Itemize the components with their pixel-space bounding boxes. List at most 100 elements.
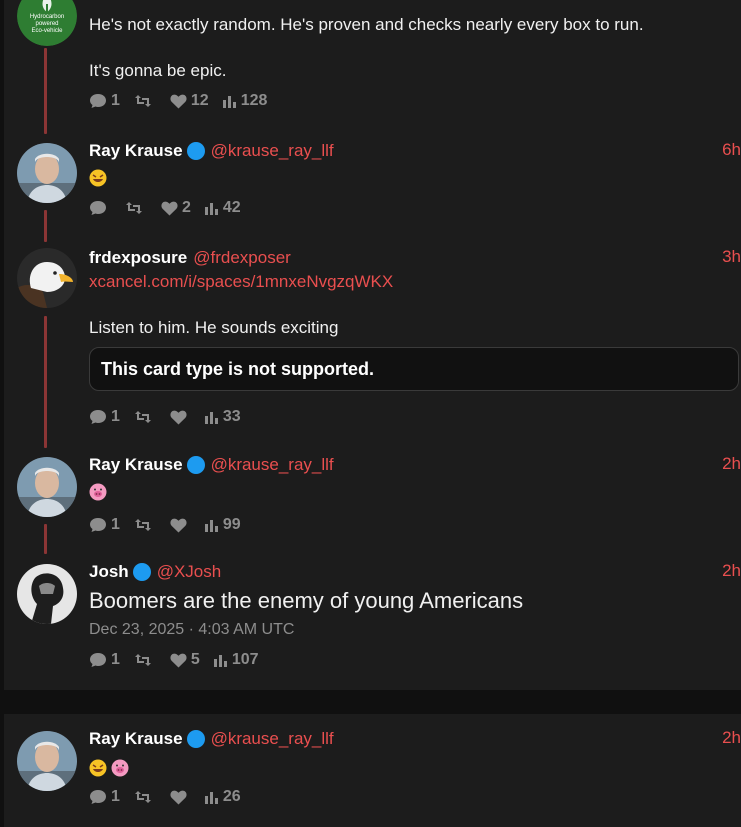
display-name[interactable]: Ray Krause xyxy=(89,141,183,161)
tweet-header: Josh @XJosh xyxy=(89,561,741,583)
username-link[interactable]: @krause_ray_llf xyxy=(211,455,334,475)
unsupported-card: This card type is not supported. xyxy=(89,347,739,391)
tweet: Ray Krause @krause_ray_llf 6h 2 42 xyxy=(89,140,741,219)
tweet-text xyxy=(89,480,741,502)
retweet-button[interactable] xyxy=(125,201,147,215)
comment-icon xyxy=(90,518,106,532)
tweet-link[interactable]: xcancel.com/i/spaces/1mnxeNvgzqWKX xyxy=(89,271,741,293)
username-link[interactable]: @frdexposer xyxy=(193,248,291,268)
rofl-emoji-icon xyxy=(89,169,107,187)
retweet-button[interactable] xyxy=(134,653,156,667)
username-link[interactable]: @krause_ray_llf xyxy=(211,729,334,749)
rofl-emoji-icon xyxy=(89,759,107,777)
reply-button[interactable]: 1 xyxy=(89,92,120,110)
reply-count: 1 xyxy=(111,92,120,109)
like-button[interactable] xyxy=(170,790,191,805)
display-name[interactable]: Ray Krause xyxy=(89,455,183,475)
views-button[interactable]: 99 xyxy=(204,516,241,534)
tweet-stats: 1 12 128 xyxy=(89,90,741,112)
thread-line xyxy=(44,524,47,554)
reply-button[interactable]: 1 xyxy=(89,788,120,806)
views-button[interactable]: 42 xyxy=(204,199,241,217)
tweet-stats: 1 5 107 xyxy=(89,649,741,671)
like-button[interactable] xyxy=(170,518,191,533)
views-button[interactable]: 107 xyxy=(213,651,259,669)
retweet-icon xyxy=(134,791,151,803)
person-photo xyxy=(17,564,77,624)
reply-button[interactable]: 1 xyxy=(89,516,120,534)
person-photo xyxy=(17,457,77,517)
like-button[interactable] xyxy=(170,410,191,425)
retweet-button[interactable] xyxy=(134,94,156,108)
reply-count: 1 xyxy=(111,408,120,425)
timestamp-link[interactable]: 6h xyxy=(722,140,741,160)
reply-count: 1 xyxy=(111,788,120,805)
reply-button[interactable]: 1 xyxy=(89,408,120,426)
avatar[interactable] xyxy=(17,457,77,517)
tweet-stats: 1 33 xyxy=(89,406,741,428)
avatar-text: Eco-vehicle xyxy=(31,28,63,34)
timestamp-link[interactable]: 2h xyxy=(722,561,741,581)
bar-chart-icon xyxy=(222,95,236,108)
reply-button[interactable]: 1 xyxy=(89,651,120,669)
username-link[interactable]: @XJosh xyxy=(157,562,222,582)
view-count: 107 xyxy=(231,651,259,668)
timestamp-link[interactable]: 2h xyxy=(722,728,741,748)
view-count: 33 xyxy=(222,408,241,425)
tweet-stats: 1 26 xyxy=(89,786,741,808)
tweet: Josh @XJosh 2h Boomers are the enemy of … xyxy=(89,561,741,671)
heart-icon xyxy=(170,410,187,424)
display-name[interactable]: Josh xyxy=(89,562,129,582)
tweet-text xyxy=(89,756,741,778)
display-name[interactable]: frdexposure xyxy=(89,248,187,268)
bar-chart-icon xyxy=(204,411,218,424)
view-count: 99 xyxy=(222,516,241,533)
avatar[interactable] xyxy=(17,143,77,203)
heart-icon xyxy=(161,201,178,215)
retweet-button[interactable] xyxy=(134,790,156,804)
retweet-icon xyxy=(134,654,151,666)
avatar-text: powered xyxy=(35,21,59,27)
tweet-header: frdexposure @frdexposer xyxy=(89,247,741,269)
timestamp-link[interactable]: 3h xyxy=(722,247,741,267)
tweet: Ray Krause @krause_ray_llf 2h 1 99 xyxy=(89,454,741,536)
avatar[interactable] xyxy=(17,731,77,791)
eagle-photo xyxy=(17,248,77,308)
like-count: 2 xyxy=(182,199,191,216)
timestamp-link[interactable]: 2h xyxy=(722,454,741,474)
verified-badge-icon xyxy=(186,142,205,160)
views-button[interactable]: 26 xyxy=(204,788,241,806)
comment-icon xyxy=(90,410,106,424)
tweet-date[interactable]: Dec 23, 2025 · 4:03 AM UTC xyxy=(89,621,741,639)
heart-icon xyxy=(170,518,187,532)
reply-button[interactable] xyxy=(89,200,111,216)
display-name[interactable]: Ray Krause xyxy=(89,729,183,749)
tweet-text: He's not exactly random. He's proven and… xyxy=(89,15,644,34)
verified-badge-icon xyxy=(132,563,151,581)
avatar-text: Hydrocarbon xyxy=(29,14,65,20)
person-photo xyxy=(17,143,77,203)
username-link[interactable]: @krause_ray_llf xyxy=(211,141,334,161)
tweet-stats: 2 42 xyxy=(89,197,741,219)
like-count: 12 xyxy=(190,92,209,109)
like-button[interactable]: 2 xyxy=(161,199,191,217)
bar-chart-icon xyxy=(213,654,227,667)
comment-icon xyxy=(90,94,106,108)
views-button[interactable]: 33 xyxy=(204,408,241,426)
like-button[interactable]: 12 xyxy=(170,92,209,110)
like-button[interactable]: 5 xyxy=(170,651,200,669)
retweet-button[interactable] xyxy=(134,410,156,424)
tweet-header: Ray Krause @krause_ray_llf xyxy=(89,454,741,476)
avatar[interactable] xyxy=(17,564,77,624)
retweet-button[interactable] xyxy=(134,518,156,532)
bar-chart-icon xyxy=(204,519,218,532)
thread-line xyxy=(44,316,47,448)
pig-emoji-icon xyxy=(89,483,107,501)
reply-count: 1 xyxy=(111,651,120,668)
views-button[interactable]: 128 xyxy=(222,92,267,110)
tweet-text: Listen to him. He sounds exciting xyxy=(89,318,339,337)
comment-icon xyxy=(90,653,106,667)
avatar[interactable] xyxy=(17,248,77,308)
tweet-stats: 1 99 xyxy=(89,514,741,536)
retweet-icon xyxy=(134,95,151,107)
